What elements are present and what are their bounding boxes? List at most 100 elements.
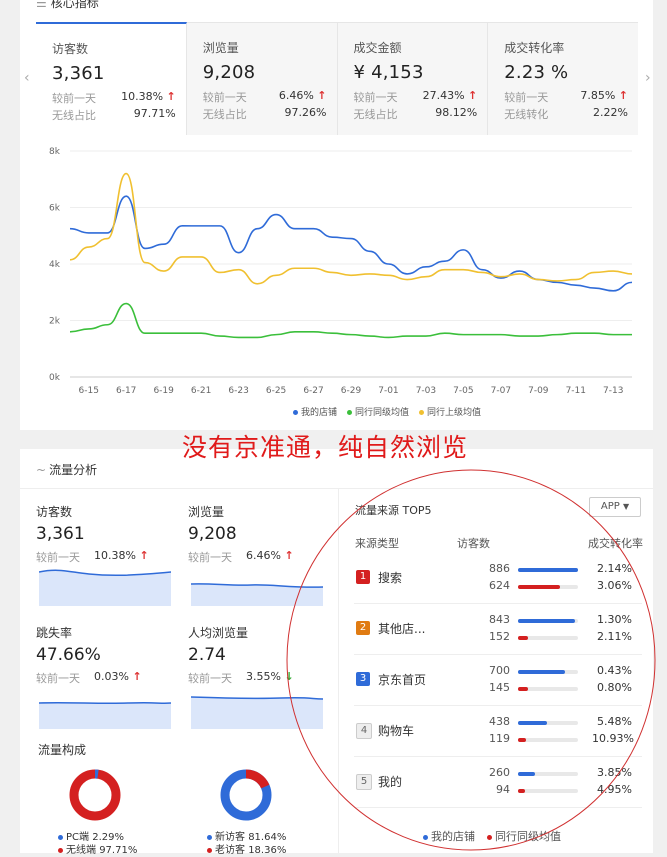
legend-label: 同行同级均值 (355, 408, 410, 418)
legend-label: 新访客 (215, 832, 245, 843)
kpi-share-row: 无线转化 2.22% (504, 106, 638, 122)
series-line-0 (69, 195, 633, 292)
kpi-compare-value: 7.85% (580, 89, 616, 102)
metric-bounce-rate[interactable]: 跳失率 47.66% 较前一天 0.03% ↑ (36, 624, 176, 686)
kpi-share-row: 无线占比 98.12% (354, 106, 488, 122)
legend-dot (419, 410, 425, 415)
legend-value: 18.36% (248, 845, 287, 856)
metric-compare-label: 较前一天 (188, 672, 232, 685)
legend-value: 97.71% (99, 845, 138, 856)
composition-title: 流量构成 (38, 743, 87, 757)
arrow-up-icon: ↑ (132, 670, 142, 683)
legend-label: 我的店铺 (301, 408, 338, 418)
annotation-text: 没有京准通，纯自然浏览 (182, 433, 469, 462)
kpi-compare-label: 较前一天 (202, 91, 247, 104)
annotation-ellipse (286, 469, 656, 851)
sparkline-bounce-rate (39, 701, 171, 729)
series-line-2 (69, 172, 633, 285)
metric-compare-value: 0.03% (94, 670, 129, 683)
legend-item-my-store[interactable]: 我的店铺 (293, 405, 337, 418)
x-tick-label: 7-13 (603, 386, 623, 396)
legend-label: 无线端 (66, 845, 96, 856)
legend-label: 老访客 (215, 845, 245, 856)
sparkline-line (39, 701, 171, 705)
kpi-compare-row: 较前一天 7.85% ↑ (504, 89, 638, 105)
kpi-compare-value: 10.38% (121, 90, 164, 103)
legend-dot (207, 848, 212, 853)
donut-visitor-type (220, 769, 272, 821)
x-tick-label: 6-19 (153, 386, 174, 396)
kpi-tab-revenue[interactable]: 成交金额 ¥ 4,153 较前一天 27.43% ↑ 无线占比 98.12% (337, 23, 489, 135)
metric-compare-value: 10.38% (94, 549, 136, 562)
arrow-up-icon: ↑ (166, 90, 176, 103)
x-tick-label: 7-07 (491, 386, 511, 396)
x-tick-label: 6-27 (303, 386, 323, 396)
kpi-share-label: 无线占比 (52, 109, 96, 122)
arrow-up-icon: ↑ (618, 89, 628, 102)
metric-compare: 较前一天 0.03% ↑ (36, 670, 176, 686)
kpi-tabs: 访客数 3,361 较前一天 10.38% ↑ 无线占比 97.71% 浏览量 9,… (36, 22, 638, 135)
kpi-share-value: 97.26% (284, 106, 327, 119)
metric-compare-label: 较前一天 (36, 551, 80, 564)
legend-item-peer-upper[interactable]: 同行上级均值 (419, 405, 481, 418)
donut-segment-wireless (69, 769, 121, 821)
donut-device-legend: PC端 2.29% 无线端 97.71% (58, 831, 137, 857)
legend-item-peer-same[interactable]: 同行同级均值 (347, 405, 409, 418)
metric-compare-value: 6.46% (246, 549, 281, 562)
legend-value: 2.29% (92, 832, 124, 843)
kpi-compare-value: 6.46% (278, 89, 314, 102)
section-header: ☰ 核心指标 (36, 0, 99, 11)
legend-item: 新访客 81.64% (207, 831, 286, 844)
kpi-compare-label: 较前一天 (52, 92, 96, 105)
kpi-title: 访客数 (52, 42, 89, 56)
donut-device (69, 769, 121, 821)
legend-dot (58, 848, 63, 853)
kpi-tab-conversion[interactable]: 成交转化率 2.23 % 较前一天 7.85% ↑ 无线转化 2.22% (488, 23, 638, 135)
x-tick-label: 7-05 (453, 386, 473, 396)
legend-item: 无线端 97.71% (58, 844, 137, 857)
y-tick-label: 8k (49, 147, 61, 157)
donut-visitor-legend: 新访客 81.64% 老访客 18.36% (207, 831, 286, 857)
kpi-compare-row: 较前一天 6.46% ↑ (203, 89, 337, 105)
metric-compare-label: 较前一天 (188, 551, 232, 564)
kpi-value: 3,361 (52, 63, 105, 84)
kpi-compare-row: 较前一天 10.38% ↑ (52, 90, 186, 106)
legend-item: PC端 2.29% (58, 831, 137, 844)
next-arrow-icon[interactable]: › (645, 70, 651, 86)
kpi-compare-label: 较前一天 (353, 91, 398, 104)
kpi-value: ¥ 4,153 (353, 62, 424, 83)
metric-title: 跳失率 (36, 626, 73, 640)
arrow-up-icon: ↑ (139, 549, 149, 562)
kpi-compare-row: 较前一天 27.43% ↑ (354, 89, 488, 105)
legend-label: 同行上级均值 (427, 408, 482, 418)
section-title: 流量分析 (49, 463, 98, 477)
y-tick-label: 6k (49, 204, 61, 214)
kpi-share-value: 98.12% (435, 106, 478, 119)
sparkline-area (39, 702, 171, 729)
kpi-value: 9,208 (202, 62, 256, 83)
kpi-title: 成交金额 (353, 41, 402, 55)
metric-visitors[interactable]: 访客数 3,361 较前一天 10.38% ↑ (36, 503, 176, 565)
metric-title: 访客数 (36, 505, 73, 519)
legend-label: PC端 (66, 832, 90, 843)
annotation-circle (286, 469, 656, 851)
kpi-share-label: 无线占比 (202, 108, 247, 121)
legend-value: 81.64% (248, 832, 287, 843)
legend-item: 老访客 18.36% (207, 844, 286, 857)
chart-icon: ☰ (36, 0, 47, 10)
y-tick-label: 0k (49, 373, 61, 383)
pulse-icon: ~ (36, 463, 47, 477)
kpi-share-value: 97.71% (133, 107, 176, 120)
arrow-up-icon: ↑ (468, 89, 478, 102)
kpi-compare-value: 27.43% (422, 89, 465, 102)
x-tick-label: 6-25 (266, 386, 286, 396)
metric-value: 3,361 (36, 524, 85, 544)
kpi-tab-pageviews[interactable]: 浏览量 9,208 较前一天 6.46% ↑ 无线占比 97.26% (186, 23, 338, 135)
y-tick-label: 2k (49, 317, 61, 327)
kpi-share-label: 无线转化 (504, 108, 549, 121)
metric-compare: 较前一天 10.38% ↑ (36, 549, 176, 565)
prev-arrow-icon[interactable]: ‹ (24, 70, 30, 86)
legend-dot (293, 410, 298, 415)
kpi-tab-visitors[interactable]: 访客数 3,361 较前一天 10.38% ↑ 无线占比 97.71% (36, 22, 187, 135)
x-tick-label: 7-09 (528, 386, 549, 396)
